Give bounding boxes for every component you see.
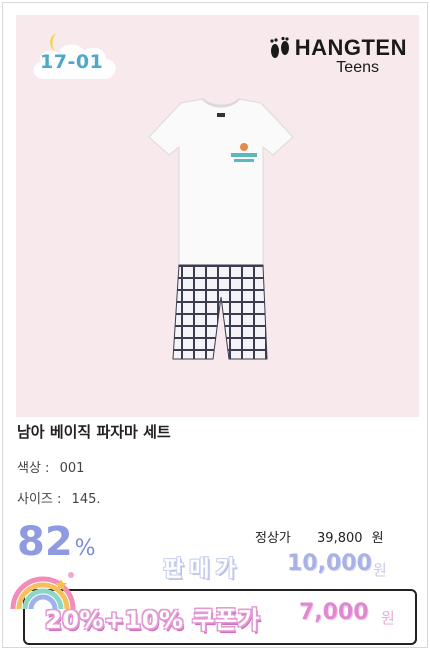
option-size: 사이즈 : 145.	[17, 488, 101, 507]
discount-rate: 82%	[17, 519, 96, 565]
option-size-value: 145.	[71, 492, 101, 507]
regular-price-value: 39,800	[317, 531, 363, 546]
footprints-icon	[270, 36, 289, 58]
product-card[interactable]: 17-01 HANGTEN Teens 남아 베이직 파자마 세트 색상: 0…	[2, 2, 428, 648]
brand-logo: HANGTEN Teens	[269, 35, 407, 77]
option-size-label: 사이즈 :	[17, 492, 62, 507]
regular-price: 정상가 39,800 원	[255, 527, 384, 546]
option-color-value: 001	[59, 461, 85, 476]
badge-code: 17-01	[40, 51, 104, 73]
coupon-price-value: 7,000	[299, 600, 369, 625]
discount-number: 82	[17, 519, 73, 565]
brand-name: HANGTEN	[294, 35, 407, 60]
regular-price-unit: 원	[371, 531, 384, 546]
product-title[interactable]: 남아 베이직 파자마 세트	[17, 421, 171, 442]
coupon-price-unit: 원	[381, 609, 395, 627]
cloud-badge: 17-01	[26, 29, 122, 87]
rainbow-icon	[10, 572, 76, 610]
regular-price-label: 정상가	[255, 531, 291, 546]
coupon-panel: 20%+10% 쿠폰가 7,000 원	[23, 589, 417, 645]
discount-sign: %	[74, 536, 96, 561]
brand-sub: Teens	[336, 59, 379, 76]
coupon-price-box[interactable]: 20%+10% 쿠폰가 7,000 원	[10, 572, 421, 649]
option-color-label: 색상 :	[17, 461, 50, 476]
product-photo[interactable]: 17-01 HANGTEN Teens	[16, 15, 419, 417]
pajama-set-image	[148, 98, 294, 360]
option-color: 색상 : 001	[17, 457, 84, 476]
